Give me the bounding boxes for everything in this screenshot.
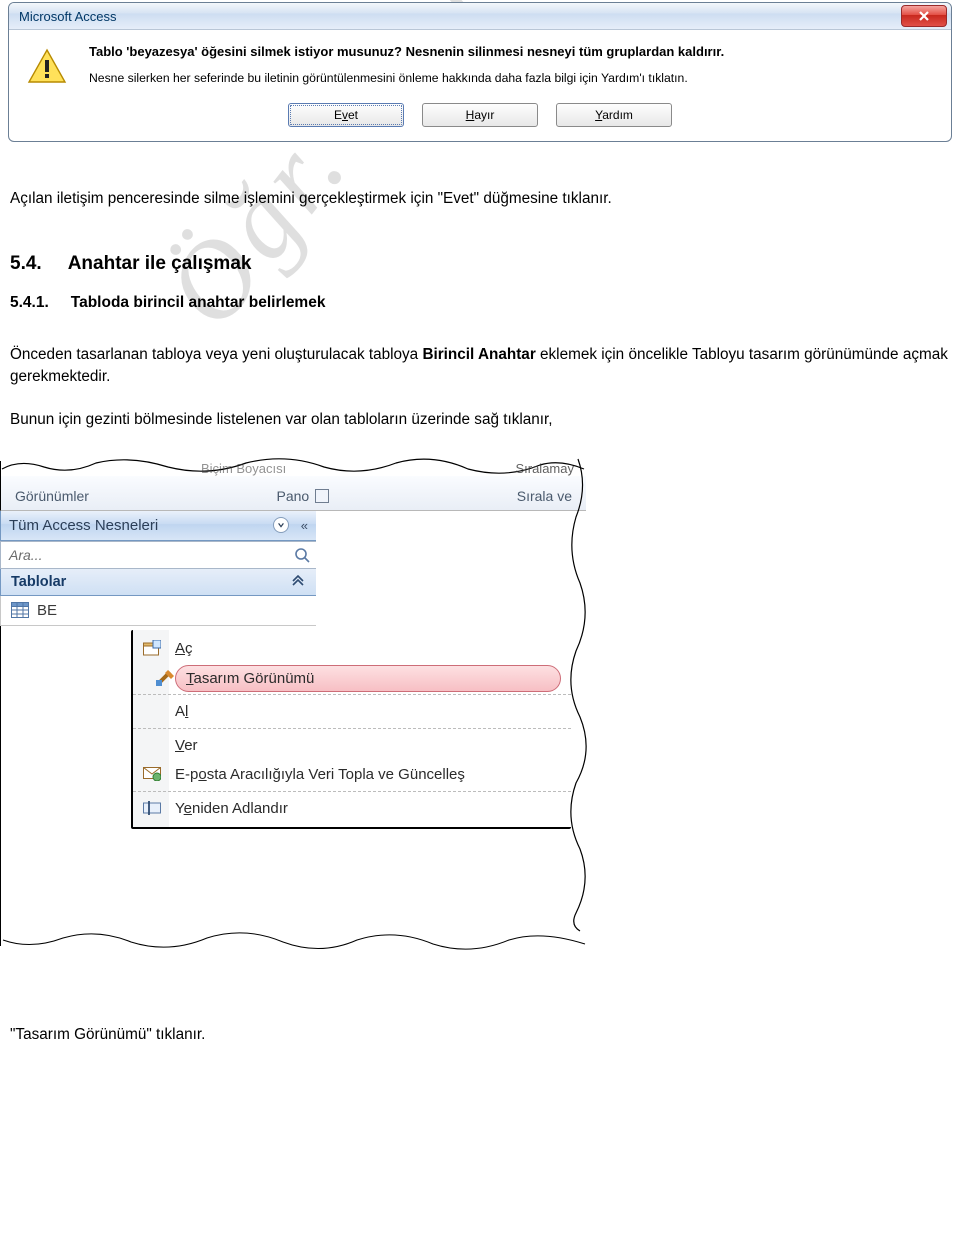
dialog-title: Microsoft Access [19, 9, 117, 24]
yes-button[interactable]: Evet [288, 103, 404, 127]
dialog-titlebar: Microsoft Access [9, 3, 951, 29]
search-icon [294, 547, 310, 563]
navpane-dropdown-button[interactable] [273, 517, 289, 533]
ribbon-group-sort: Sırala ve [517, 488, 572, 504]
article-body: Açılan iletişim penceresinde silme işlem… [0, 142, 960, 431]
dialog-buttons: Evet Hayır Yardım [9, 93, 951, 141]
design-view-icon [154, 670, 176, 686]
access-dialog: Microsoft Access Tablo 'beyazesya' öğesi… [8, 2, 952, 142]
ctx-open[interactable]: Aç [133, 634, 571, 663]
close-icon [917, 10, 931, 22]
dialog-close-button[interactable] [901, 5, 947, 27]
ribbon-groups: Görünümler Pano Sırala ve [0, 476, 586, 511]
subsection-title: Tabloda birincil anahtar belirlemek [71, 292, 326, 314]
navpane-section-tables[interactable]: Tablolar [0, 569, 316, 596]
ribbon-group-views: Görünümler [15, 488, 89, 504]
final-line: "Tasarım Görünümü" tıklanır. [10, 1026, 960, 1044]
subsection-number: 5.4.1. [10, 292, 49, 314]
table-icon [11, 602, 29, 618]
paragraph-2: Önceden tasarlanan tabloya veya yeni olu… [10, 344, 950, 388]
dialog-msg-bold: Tablo 'beyazesya' öğesini silmek istiyor… [89, 44, 724, 59]
chevron-up-icon [290, 575, 306, 589]
screenshot-access-navpane: Biçim Boyacısı Sıralamay Görünümler Pano… [0, 461, 586, 946]
ribbon-group-clipboard: Pano [276, 488, 329, 504]
no-button[interactable]: Hayır [422, 103, 538, 127]
navpane-collapse-button[interactable]: « [301, 518, 308, 533]
ctx-import[interactable]: Al [133, 694, 571, 729]
ctx-export[interactable]: Ver [133, 731, 571, 760]
open-icon [141, 640, 163, 656]
table-item-label: BE [37, 602, 57, 619]
torn-edge-bottom [1, 932, 587, 954]
dialog-msg-sub: Nesne silerken her seferinde bu iletinin… [89, 71, 724, 85]
section-heading: 5.4. Anahtar ile çalışmak [10, 250, 950, 278]
warning-icon [27, 44, 67, 89]
subsection-heading: 5.4.1. Tabloda birincil anahtar belirlem… [10, 292, 950, 314]
email-collect-icon [141, 767, 163, 781]
dialog-launcher-icon[interactable] [315, 489, 329, 503]
help-button[interactable]: Yardım [556, 103, 672, 127]
navpane-search-input[interactable]: Ara... [0, 541, 316, 569]
navpane-title-bar[interactable]: Tüm Access Nesneleri « [0, 511, 316, 541]
context-menu: Aç Tasarım Görünümü Al Ver E-pos [131, 630, 571, 829]
ribbon-fragment-right: Sıralamay [515, 461, 574, 476]
section-number: 5.4. [10, 250, 42, 278]
search-placeholder: Ara... [9, 547, 42, 563]
ctx-rename[interactable]: Yeniden Adlandır [133, 794, 571, 823]
navpane-table-item[interactable]: BE [0, 596, 316, 626]
dialog-body: Tablo 'beyazesya' öğesini silmek istiyor… [9, 29, 951, 93]
navpane-body-area: Aç Tasarım Görünümü Al Ver E-pos [0, 626, 586, 946]
navpane-title: Tüm Access Nesneleri [9, 517, 158, 534]
ctx-email-collect[interactable]: E-posta Aracılığıyla Veri Topla ve Günce… [133, 760, 571, 792]
navpane-section-label: Tablolar [11, 574, 66, 590]
paragraph-1: Açılan iletişim penceresinde silme işlem… [10, 188, 950, 210]
ribbon-fragment-left: Biçim Boyacısı [201, 461, 286, 476]
rename-icon [141, 801, 163, 815]
section-title: Anahtar ile çalışmak [68, 250, 252, 278]
paragraph-3: Bunun için gezinti bölmesinde listelenen… [10, 409, 950, 431]
ctx-design-view[interactable]: Tasarım Görünümü [175, 665, 561, 692]
